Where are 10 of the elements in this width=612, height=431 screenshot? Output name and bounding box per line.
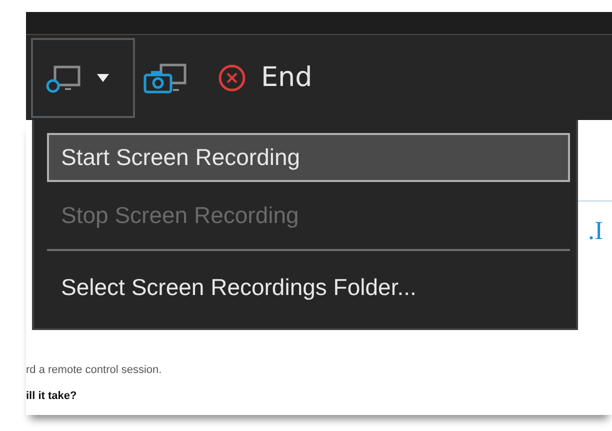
record-dropdown-button[interactable] [31, 38, 135, 118]
body-text: rd a remote control session. [26, 364, 163, 376]
menu-item[interactable]: Select Screen Recordings Folder... [47, 263, 570, 312]
heading-text: ill it take? [26, 390, 78, 402]
caret-icon [97, 74, 109, 82]
close-circle-icon [217, 62, 247, 92]
heading-fragment: .I [587, 216, 604, 246]
end-button[interactable]: End [197, 38, 326, 118]
screen-camera-icon [143, 62, 189, 94]
menu-item[interactable]: Start Screen Recording [47, 133, 570, 182]
